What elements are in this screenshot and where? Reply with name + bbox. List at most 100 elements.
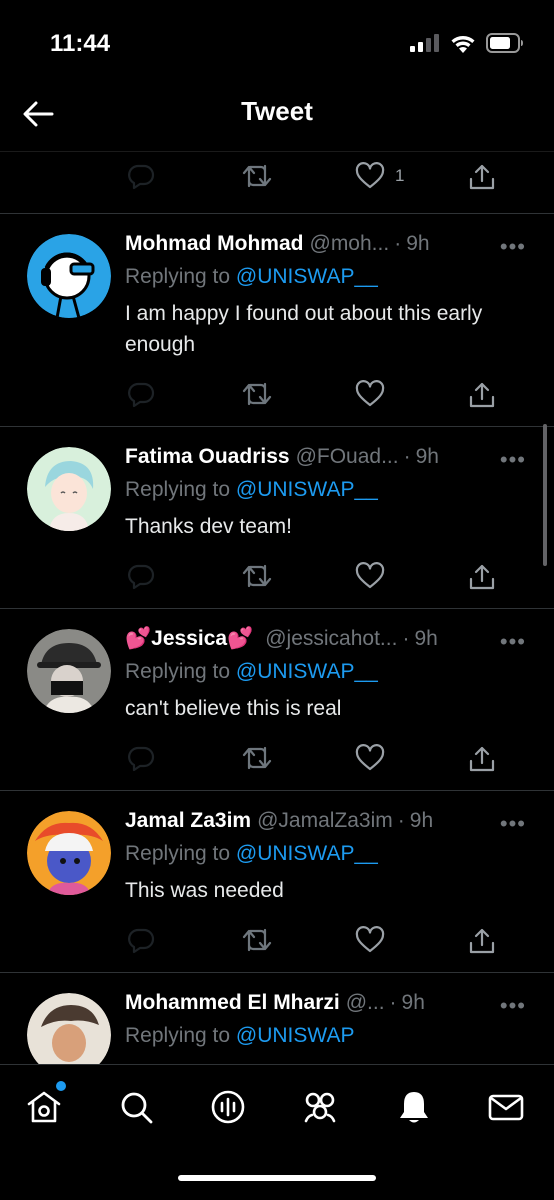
reply-tweet[interactable]: Mohammed El Mharzi @... · 9h ••• Replyin… (0, 973, 554, 1064)
scrollbar[interactable] (543, 424, 547, 566)
reply-feed[interactable]: 1 Mohmad Mohmad @moh... · 9h ••• Replyin… (0, 152, 554, 1064)
reply-button[interactable] (127, 380, 155, 408)
retweet-icon (242, 564, 272, 588)
share-icon (469, 164, 495, 190)
reply-button[interactable] (127, 744, 155, 772)
tweet-actions (0, 734, 530, 790)
like-button[interactable]: 1 (355, 162, 404, 190)
display-name[interactable]: Mohmad Mohmad (125, 230, 304, 258)
avatar[interactable] (27, 629, 111, 713)
user-handle[interactable]: @jessicahot... (265, 625, 397, 653)
tweet-time: 9h (409, 809, 434, 832)
heart-icon (355, 162, 385, 189)
reply-button[interactable] (127, 562, 155, 590)
reply-tweet[interactable]: Jamal Za3im @JamalZa3im · 9h ••• Replyin… (0, 791, 554, 973)
reply-icon (128, 382, 155, 408)
share-button[interactable] (467, 744, 497, 774)
user-handle[interactable]: @FOuad... (296, 443, 399, 471)
reply-icon (128, 746, 155, 772)
replying-label: Replying to (125, 660, 231, 683)
share-icon (469, 746, 495, 772)
retweet-icon (242, 382, 272, 406)
share-icon (469, 382, 495, 408)
retweet-icon (242, 928, 272, 952)
share-button[interactable] (467, 380, 497, 410)
tweet-header: 💕Jessica💕 @jessicahot... · 9h (125, 625, 530, 653)
tweet-time: 9h (406, 232, 430, 255)
avatar-image (27, 811, 111, 895)
display-name[interactable]: Mohammed El Mharzi (125, 989, 340, 1017)
like-button[interactable] (355, 926, 385, 954)
search-icon (121, 1092, 153, 1124)
reply-tweet[interactable]: Mohmad Mohmad @moh... · 9h ••• Replying … (0, 214, 554, 427)
mention-link[interactable]: @UNISWAP (236, 1024, 355, 1047)
mention-link[interactable]: @UNISWAP__ (236, 660, 378, 683)
tweet-time: 9h (414, 627, 438, 650)
mention-link[interactable]: @UNISWAP__ (236, 478, 378, 501)
display-name[interactable]: Fatima Ouadriss (125, 443, 290, 471)
more-options-button[interactable]: ••• (500, 234, 526, 260)
more-options-button[interactable]: ••• (500, 993, 526, 1019)
avatar[interactable] (27, 447, 111, 531)
separator: · (402, 627, 410, 650)
avatar[interactable] (27, 811, 111, 895)
retweet-button[interactable] (242, 744, 272, 772)
avatar-image (27, 447, 111, 531)
battery-icon (486, 33, 523, 53)
tweet-text: I am happy I found out about this early … (125, 302, 483, 356)
like-button[interactable] (355, 380, 385, 408)
tab-spaces[interactable] (204, 1083, 252, 1131)
nav-bar: Tweet (0, 80, 554, 152)
separator: · (397, 809, 405, 832)
reply-icon (128, 564, 155, 590)
like-button[interactable] (355, 744, 385, 772)
share-button[interactable] (467, 926, 497, 956)
avatar-image (27, 993, 111, 1064)
like-button[interactable] (355, 562, 385, 590)
more-options-button[interactable]: ••• (500, 811, 526, 837)
separator: · (389, 991, 397, 1014)
tab-communities[interactable] (296, 1083, 344, 1131)
user-handle[interactable]: @JamalZa3im (257, 807, 393, 835)
status-icons (410, 33, 524, 53)
tab-notifications[interactable] (390, 1083, 438, 1131)
separator: · (394, 232, 402, 255)
replying-to: Replying to @UNISWAP__ (125, 262, 530, 292)
reply-icon (128, 928, 155, 954)
display-name[interactable]: 💕Jessica💕 (125, 625, 253, 653)
share-button[interactable] (467, 162, 497, 192)
retweet-button[interactable] (242, 162, 272, 190)
tab-search[interactable] (112, 1083, 160, 1131)
wifi-icon (451, 35, 475, 53)
like-count: 1 (395, 166, 405, 185)
mention-link[interactable]: @UNISWAP__ (236, 842, 378, 865)
more-options-button[interactable]: ••• (500, 447, 526, 473)
more-options-button[interactable]: ••• (500, 629, 526, 655)
share-button[interactable] (467, 562, 497, 592)
avatar[interactable] (27, 234, 111, 318)
home-indicator[interactable] (178, 1175, 376, 1181)
mention-link[interactable]: @UNISWAP__ (236, 265, 378, 288)
tweet-text: This was needed (125, 879, 284, 902)
notification-dot (56, 1081, 66, 1091)
tweet-actions (0, 370, 530, 426)
share-icon (469, 928, 495, 954)
avatar[interactable] (27, 993, 111, 1064)
reply-button[interactable] (127, 162, 155, 190)
tweet-header: Jamal Za3im @JamalZa3im · 9h (125, 807, 530, 835)
replying-to: Replying to @UNISWAP__ (125, 475, 530, 505)
user-handle[interactable]: @... (346, 989, 385, 1017)
heart-icon (355, 744, 385, 771)
reply-tweet[interactable]: 💕Jessica💕 @jessicahot... · 9h ••• Replyi… (0, 609, 554, 791)
retweet-button[interactable] (242, 562, 272, 590)
retweet-button[interactable] (242, 380, 272, 408)
user-handle[interactable]: @moh... (310, 230, 390, 258)
tweet-actions (0, 552, 530, 608)
home-icon (27, 1091, 61, 1123)
retweet-button[interactable] (242, 926, 272, 954)
reply-tweet[interactable]: Fatima Ouadriss @FOuad... · 9h ••• Reply… (0, 427, 554, 609)
tab-messages[interactable] (482, 1083, 530, 1131)
main-tweet-actions: 1 (0, 152, 554, 214)
display-name[interactable]: Jamal Za3im (125, 807, 251, 835)
reply-button[interactable] (127, 926, 155, 954)
